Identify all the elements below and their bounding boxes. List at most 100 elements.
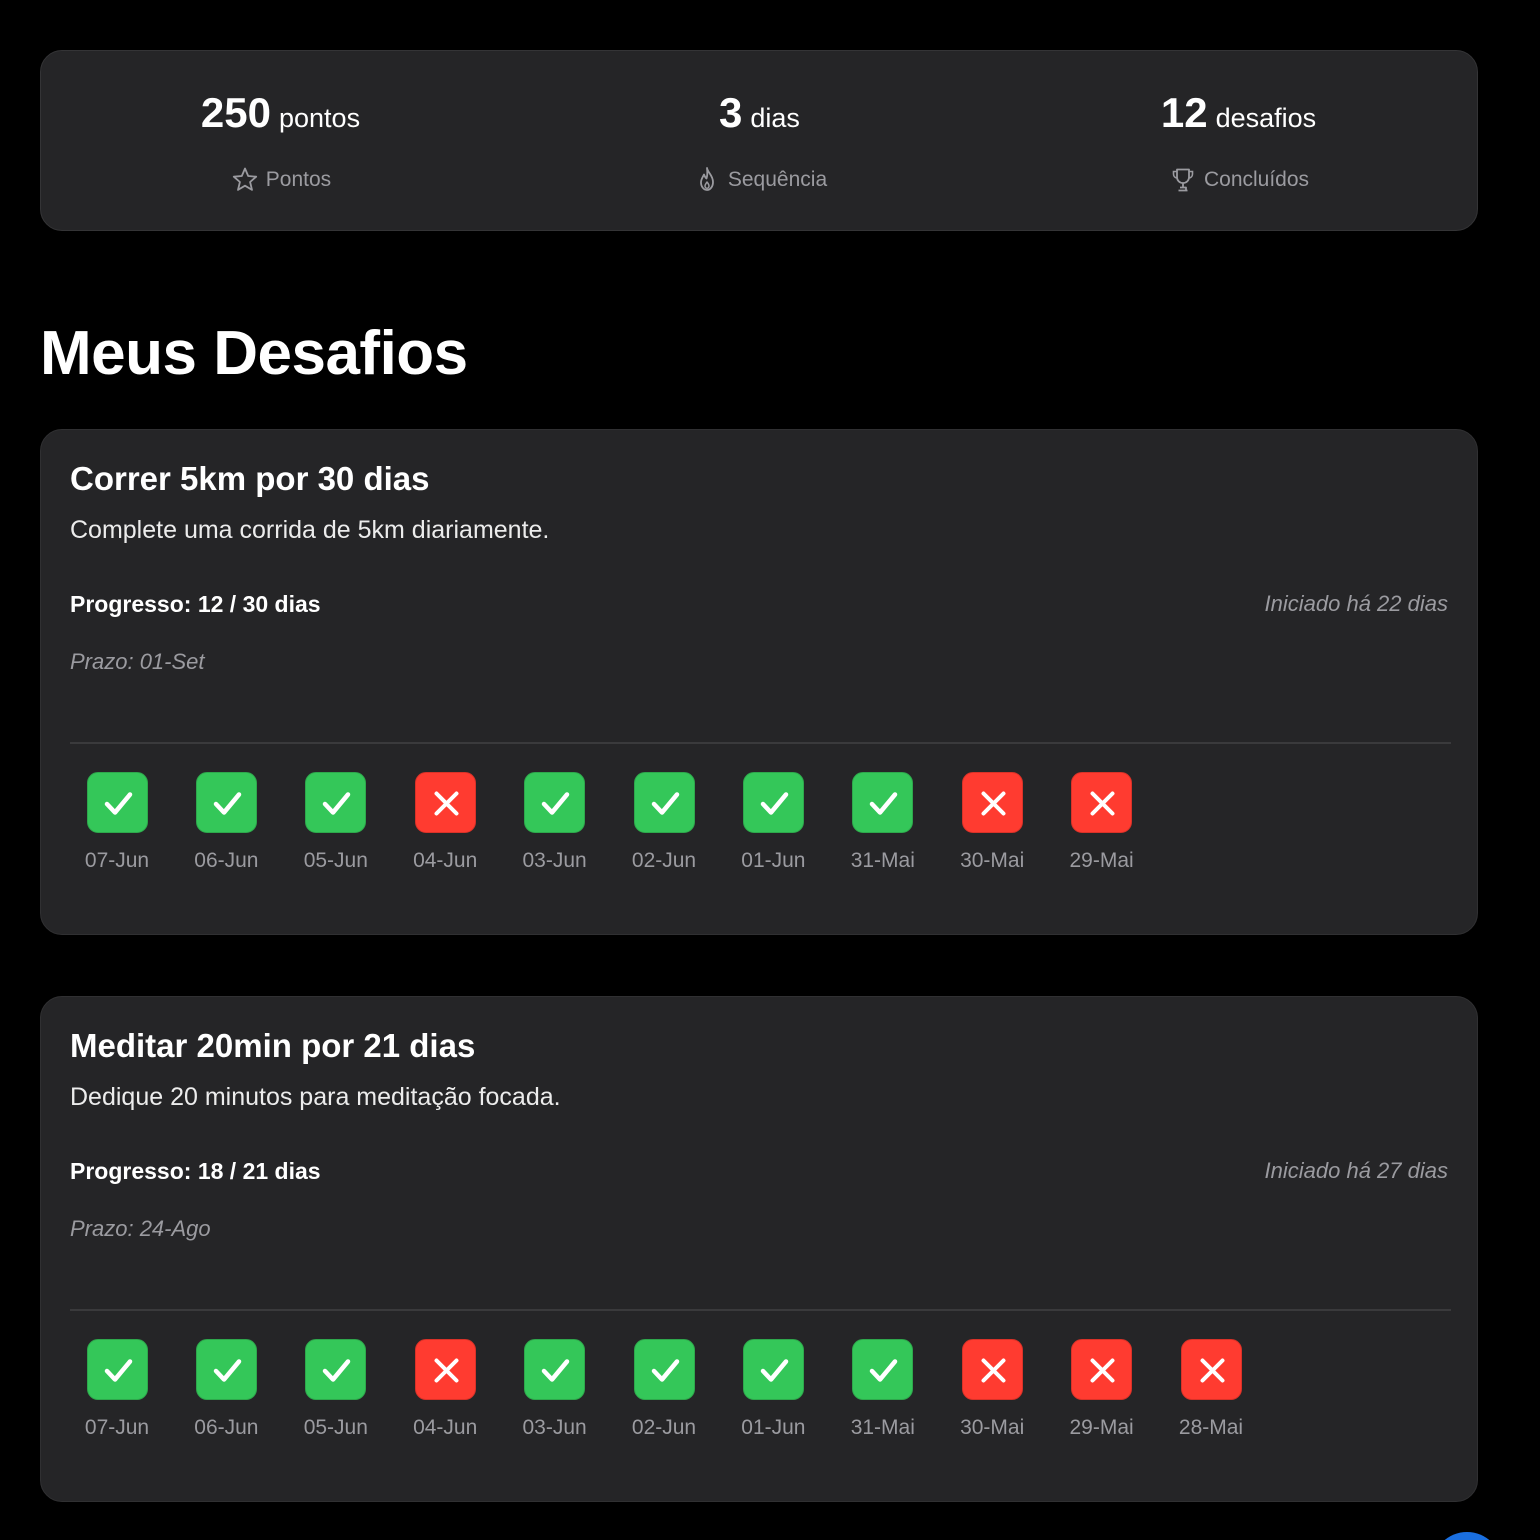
stat-streak-value-row: 3 dias	[520, 89, 999, 137]
stats-card: 250 pontos Pontos 3 dias Sequência 12 desaf…	[40, 50, 1478, 231]
page: 250 pontos Pontos 3 dias Sequência 12 desaf…	[0, 0, 1540, 1540]
day-date-label: 03-Jun	[522, 849, 587, 872]
day-date-label: 07-Jun	[84, 849, 150, 872]
close-icon	[414, 1339, 476, 1400]
close-icon	[1071, 1339, 1133, 1400]
day-item[interactable]: 30-Mai	[942, 772, 1042, 873]
check-icon	[852, 772, 914, 833]
day-date-label: 06-Jun	[194, 849, 259, 872]
check-icon	[524, 772, 586, 833]
day-date-label: 31-Mai	[850, 849, 915, 872]
stat-completed: 12 desafios Concluídos	[999, 51, 1478, 230]
close-icon	[414, 772, 476, 833]
day-item[interactable]: 07-Jun	[67, 772, 167, 873]
check-icon	[742, 772, 804, 833]
day-item[interactable]: 03-Jun	[505, 1339, 605, 1440]
day-item[interactable]: 05-Jun	[286, 772, 386, 873]
divider	[70, 742, 1451, 744]
check-icon	[86, 772, 148, 833]
day-date-label: 28-Mai	[1178, 1416, 1244, 1439]
challenge-deadline: Prazo: 01-Set	[70, 649, 205, 674]
day-item[interactable]: 03-Jun	[505, 772, 605, 873]
day-item[interactable]: 28-Mai	[1161, 1339, 1261, 1440]
stat-completed-value: 12	[1160, 89, 1208, 136]
check-icon	[742, 1339, 804, 1400]
check-icon	[305, 772, 367, 833]
day-item[interactable]: 05-Jun	[286, 1339, 386, 1440]
stat-streak-value: 3	[719, 89, 743, 136]
challenge-title: Correr 5km por 30 dias	[70, 460, 430, 497]
day-item[interactable]: 02-Jun	[614, 1339, 714, 1440]
stat-points-label: Pontos	[265, 168, 332, 191]
challenge-progress: Progresso: 18 / 21 dias	[70, 1158, 321, 1184]
day-history: 07-Jun 06-Jun 05-Jun 04-Jun 03-Jun 02-Jun 01-J…	[70, 772, 1451, 892]
stat-streak-label-row: Sequência	[520, 165, 999, 195]
day-item[interactable]: 01-Jun	[723, 772, 823, 873]
day-date-label: 04-Jun	[413, 849, 478, 872]
day-date-label: 29-Mai	[1069, 1416, 1134, 1439]
check-icon	[305, 1339, 367, 1400]
check-icon	[86, 1339, 148, 1400]
check-icon	[524, 1339, 586, 1400]
check-icon	[633, 1339, 695, 1400]
close-icon	[961, 772, 1023, 833]
day-item[interactable]: 06-Jun	[176, 1339, 276, 1440]
challenge-deadline: Prazo: 24-Ago	[70, 1216, 211, 1241]
flame-icon	[692, 165, 722, 195]
stat-completed-unit: desafios	[1215, 103, 1317, 133]
day-date-label: 29-Mai	[1069, 849, 1134, 872]
day-item[interactable]: 04-Jun	[395, 772, 495, 873]
day-history: 07-Jun 06-Jun 05-Jun 04-Jun 03-Jun 02-Jun 01-J…	[70, 1339, 1451, 1459]
stat-points-value-row: 250 pontos	[41, 89, 520, 137]
day-date-label: 06-Jun	[194, 1416, 259, 1439]
challenge-card[interactable]: Meditar 20min por 21 dias Dedique 20 min…	[40, 996, 1478, 1502]
day-item[interactable]: 29-Mai	[1052, 772, 1152, 873]
stat-points: 250 pontos Pontos	[41, 51, 520, 230]
day-date-label: 02-Jun	[631, 849, 697, 872]
trophy-icon	[1168, 165, 1198, 195]
challenge-title: Meditar 20min por 21 dias	[70, 1027, 476, 1064]
challenge-description: Complete uma corrida de 5km diariamente.	[70, 516, 550, 544]
day-date-label: 01-Jun	[741, 1416, 806, 1439]
stat-completed-value-row: 12 desafios	[999, 89, 1478, 137]
stat-completed-label: Concluídos	[1203, 168, 1310, 191]
close-icon	[1071, 772, 1133, 833]
day-date-label: 05-Jun	[303, 849, 368, 872]
day-item[interactable]: 30-Mai	[942, 1339, 1042, 1440]
day-date-label: 04-Jun	[413, 1416, 478, 1439]
check-icon	[633, 772, 695, 833]
close-icon	[1180, 1339, 1242, 1400]
divider	[70, 1309, 1451, 1311]
day-item[interactable]: 01-Jun	[723, 1339, 823, 1440]
section-title: Meus Desafios	[40, 319, 468, 388]
day-item[interactable]: 29-Mai	[1052, 1339, 1152, 1440]
day-date-label: 01-Jun	[741, 849, 806, 872]
check-icon	[852, 1339, 914, 1400]
challenge-description: Dedique 20 minutos para meditação focada…	[70, 1083, 561, 1111]
star-icon	[230, 165, 260, 195]
stat-streak: 3 dias Sequência	[520, 51, 999, 230]
day-item[interactable]: 31-Mai	[833, 772, 933, 873]
day-item[interactable]: 31-Mai	[833, 1339, 933, 1440]
day-item[interactable]: 07-Jun	[67, 1339, 167, 1440]
close-icon	[961, 1339, 1023, 1400]
stat-streak-label: Sequência	[727, 168, 828, 191]
day-date-label: 30-Mai	[960, 849, 1025, 872]
day-date-label: 31-Mai	[850, 1416, 915, 1439]
stat-points-label-row: Pontos	[41, 165, 520, 195]
stat-completed-label-row: Concluídos	[999, 165, 1478, 195]
stat-streak-unit: dias	[750, 103, 800, 133]
check-icon	[195, 1339, 257, 1400]
check-icon	[195, 772, 257, 833]
day-item[interactable]: 04-Jun	[395, 1339, 495, 1440]
day-date-label: 02-Jun	[631, 1416, 697, 1439]
challenge-card[interactable]: Correr 5km por 30 dias Complete uma corr…	[40, 429, 1478, 935]
day-date-label: 07-Jun	[84, 1416, 150, 1439]
day-date-label: 30-Mai	[960, 1416, 1025, 1439]
floating-action-button[interactable]	[1432, 1532, 1502, 1540]
stat-points-value: 250	[200, 89, 271, 136]
challenge-started: Iniciado há 22 dias	[1264, 591, 1448, 616]
day-item[interactable]: 02-Jun	[614, 772, 714, 873]
day-date-label: 03-Jun	[522, 1416, 587, 1439]
day-item[interactable]: 06-Jun	[176, 772, 276, 873]
